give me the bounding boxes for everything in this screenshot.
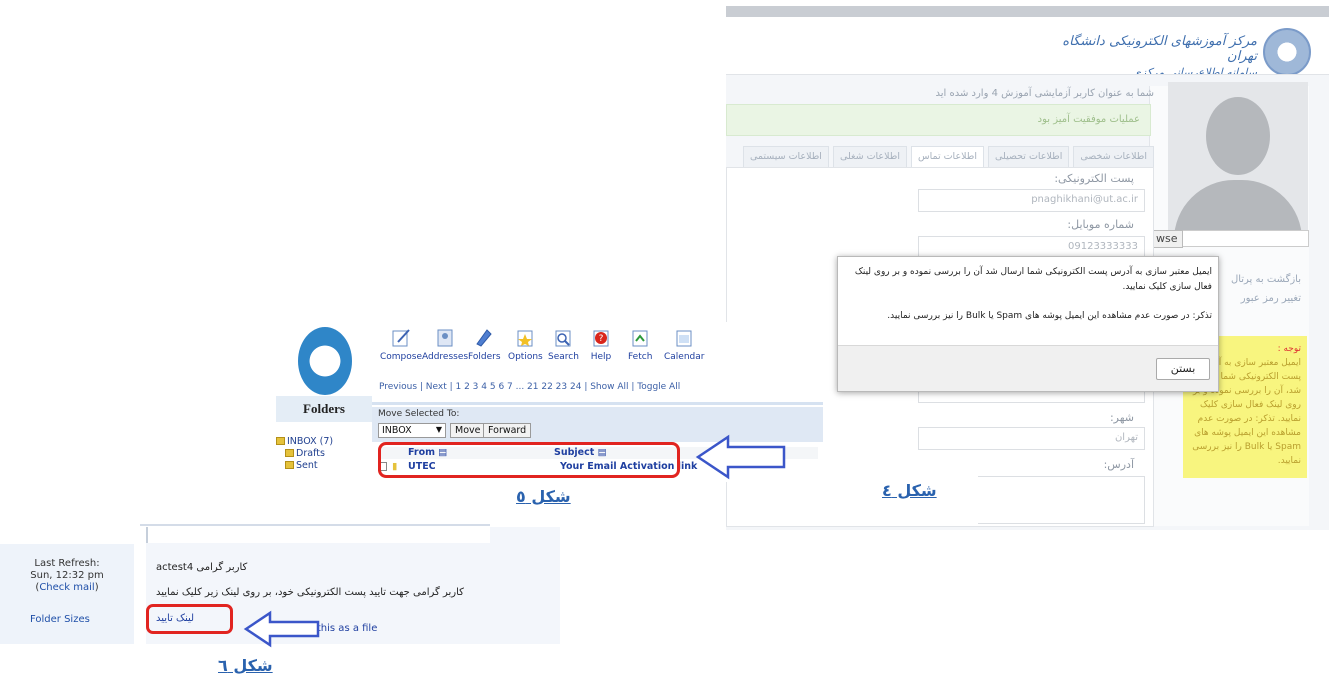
options-label: Options <box>508 352 543 362</box>
pagination-bar[interactable]: Previous | Next | 1 2 3 4 5 6 7 ... 21 2… <box>376 380 823 398</box>
folders-icon <box>476 329 492 347</box>
check-mail-link[interactable]: Check mail <box>39 582 94 593</box>
university-seal-icon <box>1263 28 1311 76</box>
help-button[interactable]: ? Help <box>590 328 612 362</box>
addresses-label: Addresses <box>422 352 469 362</box>
fetch-button[interactable]: Fetch <box>628 328 652 362</box>
logo-line-1: مرکز آموزشهای الکترونیکی دانشگاه تهران <box>1062 34 1257 64</box>
calendar-button[interactable]: Calendar <box>664 328 704 362</box>
pointer-arrow-icon <box>243 610 320 648</box>
svg-text:?: ? <box>599 334 604 344</box>
university-logo-icon <box>298 327 352 395</box>
folder-inbox-label: INBOX (7) <box>287 436 334 447</box>
figure-4-caption-box: شکل ٤ <box>872 461 978 526</box>
folder-drafts-label: Drafts <box>296 448 325 459</box>
folder-icon <box>285 461 294 469</box>
move-folder-select[interactable]: INBOX ▼ <box>378 423 446 438</box>
pointer-arrow-icon <box>695 434 786 480</box>
avatar-head-shape <box>1206 97 1270 175</box>
tab-personal[interactable]: اطلاعات شخصی <box>1073 146 1154 168</box>
move-button[interactable]: Move <box>450 423 486 438</box>
compose-button[interactable]: Compose <box>380 328 422 362</box>
last-refresh-time: Sun, 12:32 pm <box>30 570 104 581</box>
folder-inbox[interactable]: INBOX (7) <box>276 436 333 447</box>
highlight-circle <box>378 442 680 478</box>
highlight-circle <box>146 604 233 634</box>
email-field[interactable]: pnaghikhani@ut.ac.ir <box>918 189 1145 212</box>
tab-education[interactable]: اطلاعات تحصیلی <box>988 146 1070 168</box>
folder-drafts[interactable]: Drafts <box>285 448 325 459</box>
folders-button[interactable]: Folders <box>468 328 501 362</box>
tab-job[interactable]: اطلاعات شغلی <box>832 146 907 168</box>
city-field[interactable]: تهران <box>918 427 1145 450</box>
tab-contact[interactable]: اطلاعات تماس <box>910 146 984 168</box>
activation-dialog: ایمیل معتبر سازی به آدرس پست الکترونیکی … <box>837 256 1219 392</box>
email-greeting: کاربر گرامی actest4 <box>156 562 248 573</box>
browse-button[interactable]: wse <box>1153 230 1183 248</box>
addresses-button[interactable]: Addresses <box>422 328 468 362</box>
search-button[interactable]: Search <box>548 328 579 362</box>
calendar-label: Calendar <box>664 352 705 362</box>
email-label: پست الکترونیکی: <box>1054 172 1134 185</box>
profile-tabs: اطلاعات شخصی اطلاعات تحصیلی اطلاعات تماس… <box>730 146 1154 168</box>
fetch-label: Fetch <box>628 352 653 362</box>
welcome-text: شما به عنوان کاربر آزمایشی آموزش 4 وارد … <box>935 88 1154 99</box>
options-icon <box>517 330 533 347</box>
dialog-footer: بستن <box>838 345 1218 391</box>
sidebar-link-portal[interactable]: بازگشت به پرتال <box>1231 274 1301 285</box>
tab-line <box>140 524 490 526</box>
folder-list: INBOX (7) Drafts Sent <box>276 434 372 482</box>
help-icon: ? <box>593 330 609 347</box>
figure-4-caption: شکل ٤ <box>882 481 937 500</box>
move-folder-value: INBOX <box>382 425 412 436</box>
mail-toolbar: Compose Addresses Folders Options Search… <box>372 322 823 378</box>
folder-icon <box>285 449 294 457</box>
top-bar <box>726 6 1329 17</box>
dialog-reminder: تذکر: در صورت عدم مشاهده این ایمیل پوشه … <box>887 311 1212 321</box>
folders-title: Folders <box>276 396 372 422</box>
figure-6-caption: شکل ٦ <box>218 656 273 675</box>
compose-label: Compose <box>380 352 423 362</box>
address-book-icon <box>437 329 453 347</box>
options-button[interactable]: Options <box>508 328 543 362</box>
chevron-down-icon: ▼ <box>435 425 442 434</box>
forward-button[interactable]: Forward <box>483 423 532 438</box>
folder-sizes-link[interactable]: Folder Sizes <box>30 614 90 625</box>
message-panel-top <box>146 527 490 543</box>
avatar[interactable] <box>1168 82 1308 232</box>
folder-icon <box>276 437 285 445</box>
search-label: Search <box>548 352 579 362</box>
last-refresh-label: Last Refresh: <box>34 558 100 569</box>
site-logo-text: مرکز آموزشهای الکترونیکی دانشگاه تهران س… <box>1057 34 1257 79</box>
fetch-icon <box>632 330 648 347</box>
sidebar-link-change-password[interactable]: تغییر رمز عبور <box>1241 293 1301 304</box>
close-button[interactable]: بستن <box>1156 358 1210 380</box>
mobile-label: شماره موبایل: <box>1067 218 1134 231</box>
left-column: Folders INBOX (7) Drafts Sent <box>276 322 372 482</box>
city-label: شهر: <box>1109 411 1134 424</box>
email-body: کاربر گرامی جهت تایید پست الکترونیکی خود… <box>156 587 464 598</box>
check-mail-wrap: (Check mail) <box>35 582 99 593</box>
figure-5-caption: شکل ٥ <box>516 487 571 506</box>
folders-label: Folders <box>468 352 501 362</box>
last-refresh-box: Last Refresh: Sun, 12:32 pm (Check mail) <box>8 558 126 594</box>
dialog-message: ایمیل معتبر سازی به آدرس پست الکترونیکی … <box>854 267 1212 292</box>
folder-sent[interactable]: Sent <box>285 460 318 471</box>
divider <box>372 402 823 405</box>
search-icon <box>555 330 571 347</box>
address-label: آدرس: <box>1103 458 1134 471</box>
help-label: Help <box>590 352 612 362</box>
calendar-icon <box>676 330 692 347</box>
avatar-body-shape <box>1174 180 1302 232</box>
move-selected-label: Move Selected To: <box>378 409 460 419</box>
success-banner: عملیات موفقیت آمیز بود <box>726 104 1151 136</box>
folder-sent-label: Sent <box>296 460 318 471</box>
tab-system[interactable]: اطلاعات سیستمی <box>742 146 829 168</box>
compose-icon <box>392 329 410 347</box>
